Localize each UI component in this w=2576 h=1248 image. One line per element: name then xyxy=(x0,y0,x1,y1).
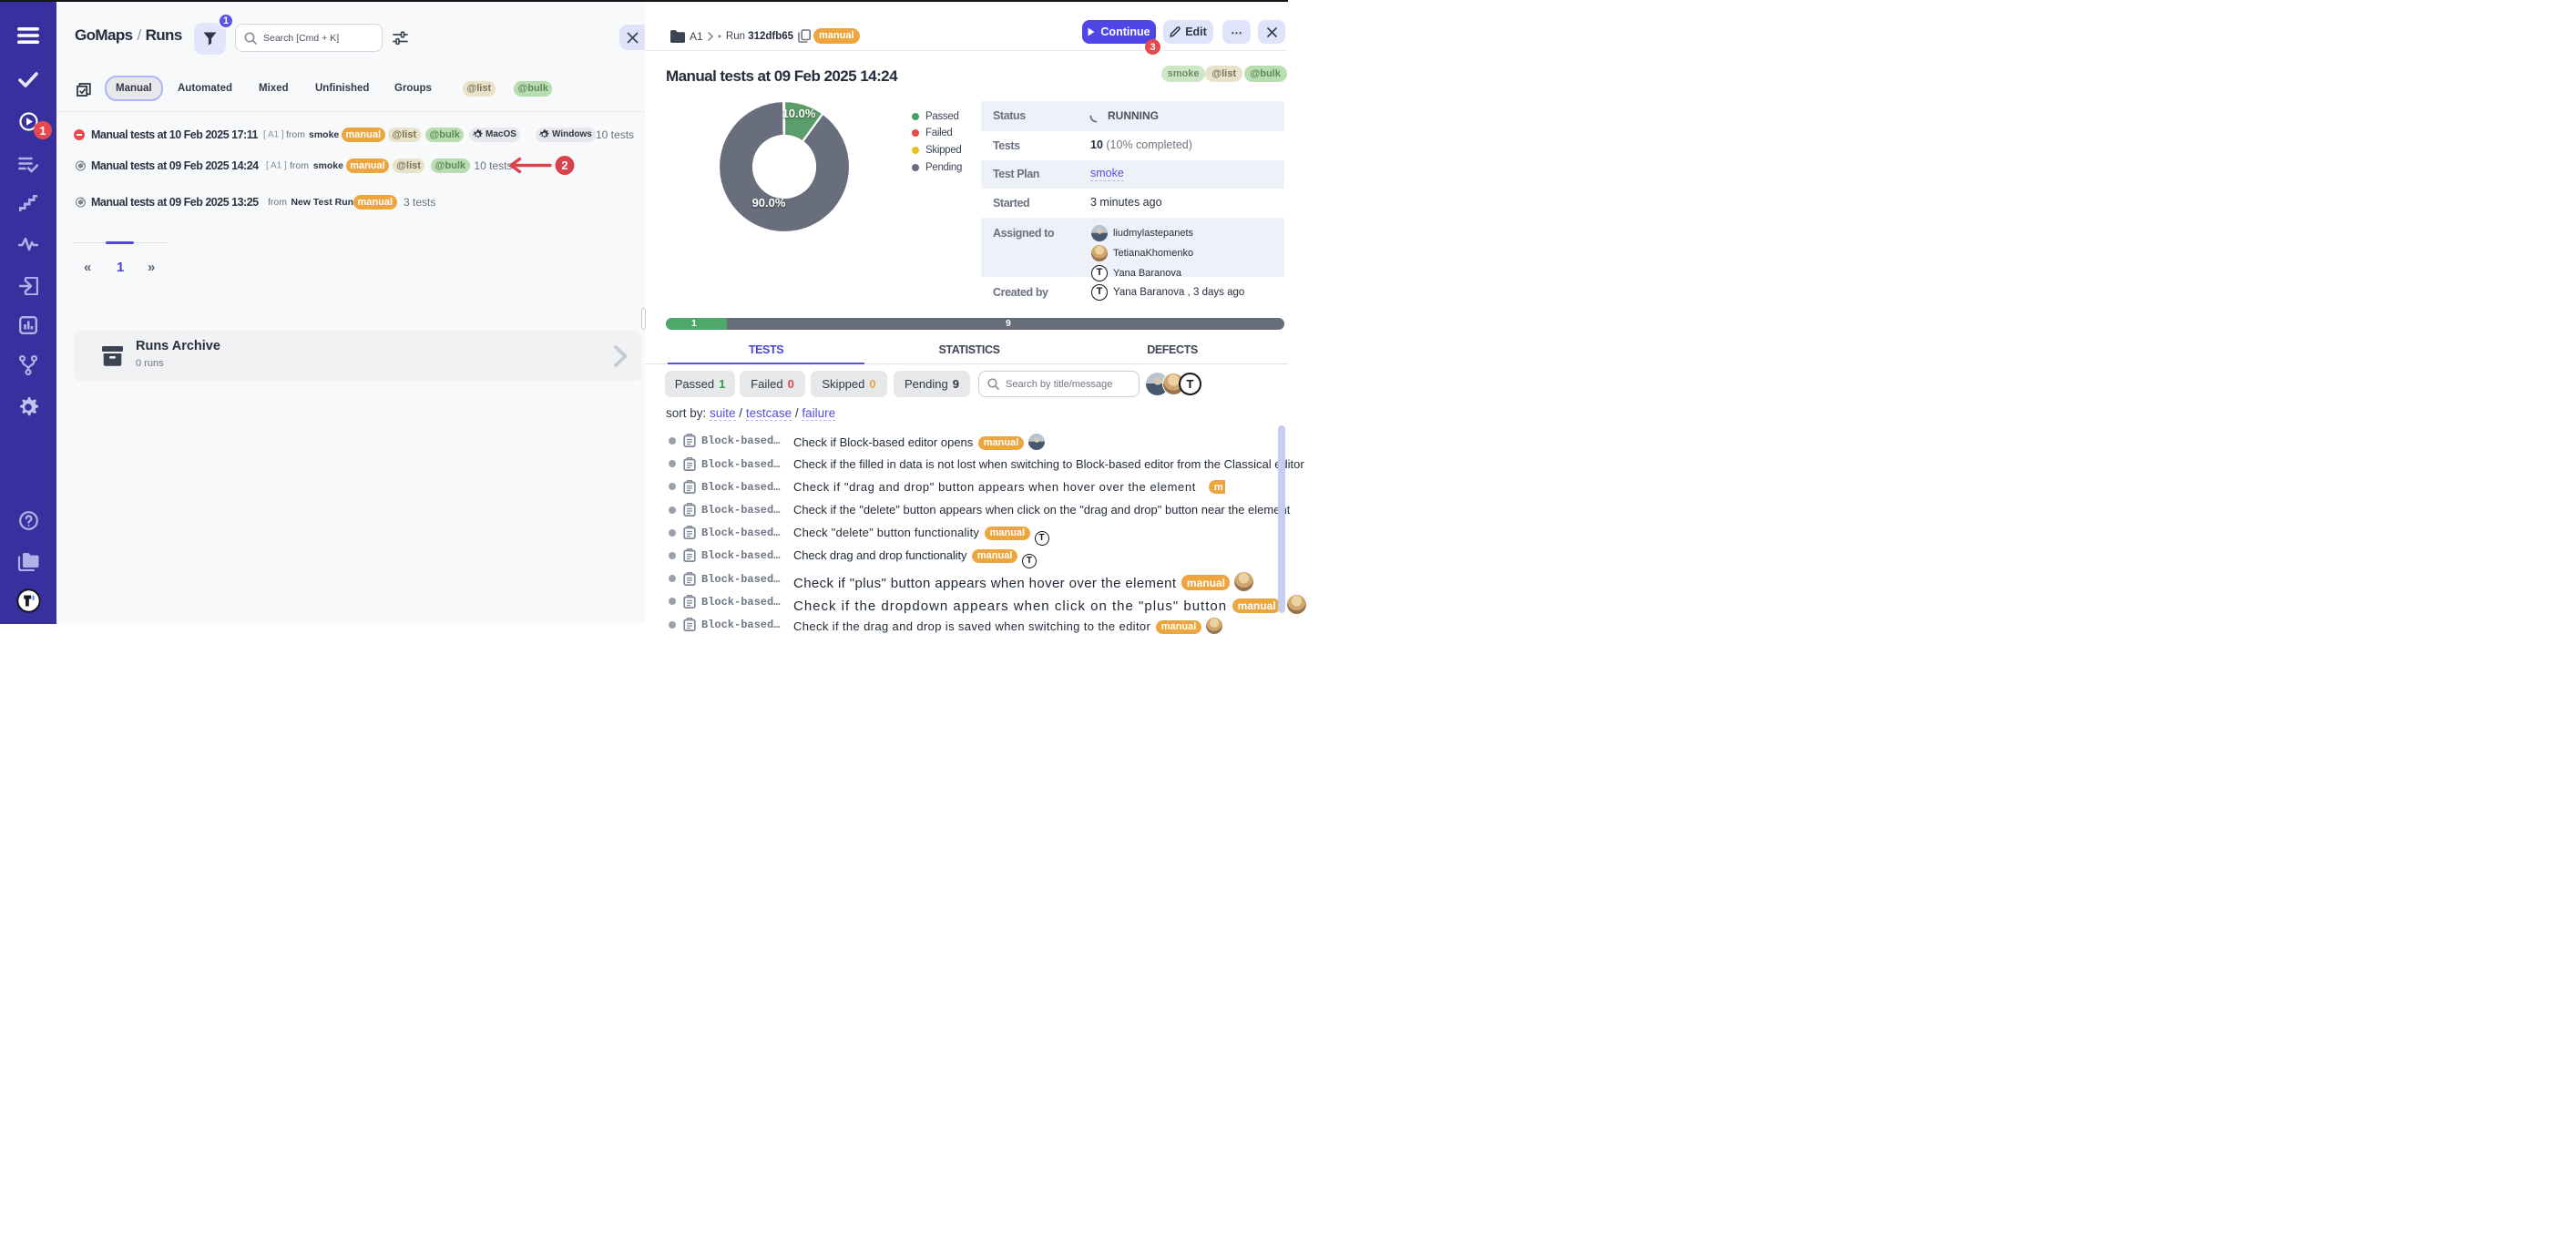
svg-text:90.0%: 90.0% xyxy=(752,196,786,210)
svg-text:10.0%: 10.0% xyxy=(782,107,816,120)
svg-text:2: 2 xyxy=(561,159,567,172)
